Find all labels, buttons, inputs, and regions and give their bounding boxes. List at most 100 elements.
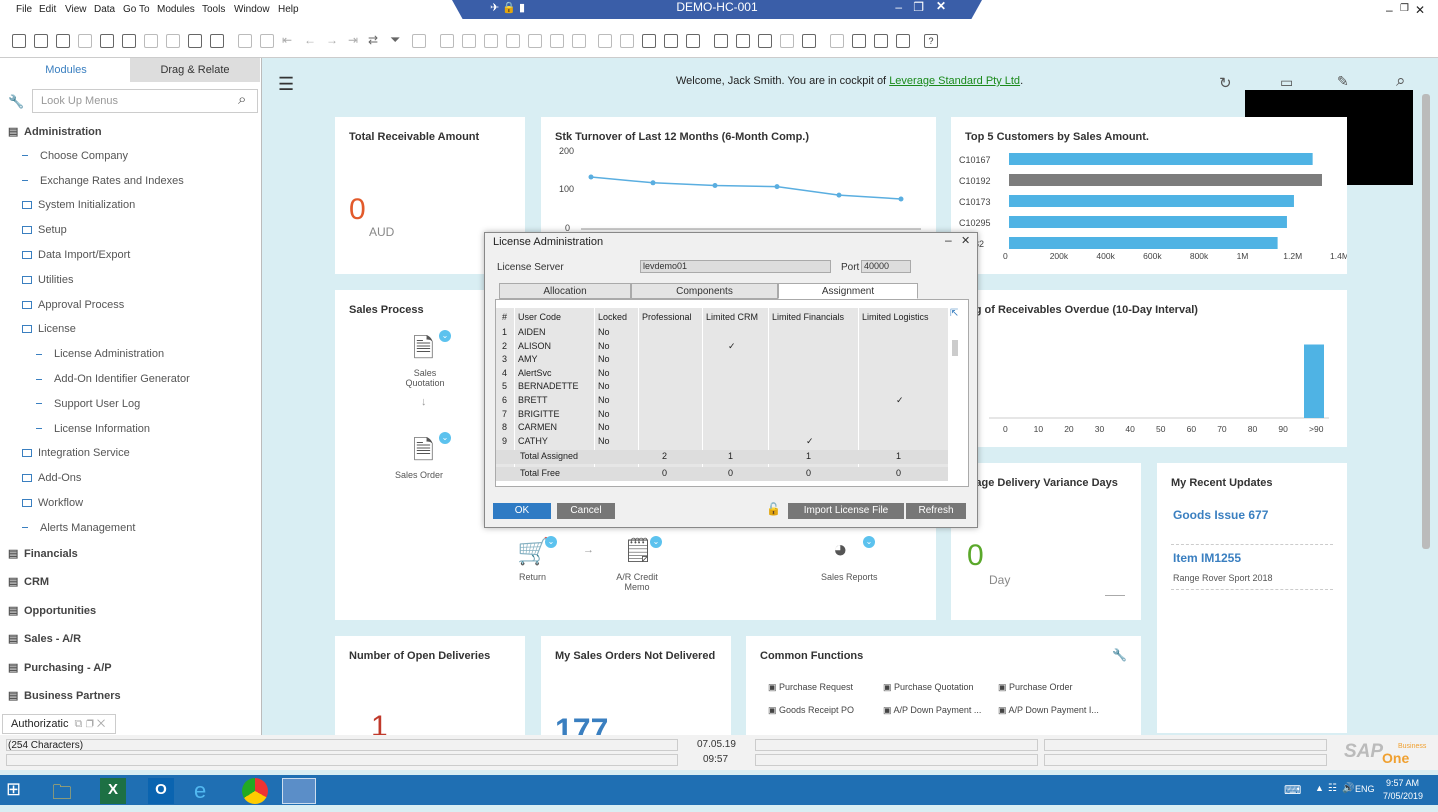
sidebar-item[interactable]: ▤ Sales - A/R [8,632,81,645]
settings-icon[interactable] [642,34,656,48]
target-document-icon[interactable] [462,34,476,48]
sidebar-item[interactable]: Exchange Rates and Indexes [22,175,184,187]
table-cell[interactable]: ✓ [806,436,814,447]
user-icon[interactable] [802,34,816,48]
chrome-icon[interactable] [242,778,268,804]
folder-icon[interactable]: ▭ [1280,74,1293,91]
column-header[interactable]: Locked [598,312,627,322]
return-badge-icon[interactable]: ⌄ [545,536,557,548]
network-icon[interactable]: ☷ [1328,783,1337,794]
transaction-journal-icon[interactable] [572,34,586,48]
volume-icon[interactable]: 🔊 [1342,783,1354,794]
previous-record-icon[interactable]: ← [304,33,316,47]
column-header[interactable]: User Code [518,312,561,322]
filter-icon[interactable]: ⏷ [390,32,400,48]
sidebar-item[interactable]: Alerts Management [22,522,135,534]
purchase-request-link[interactable]: ▣ Purchase Request [768,682,853,693]
clock-time[interactable]: 9:57 AM [1386,778,1419,788]
layout-icon[interactable] [210,34,224,48]
search-icon[interactable]: ⌕ [238,91,246,108]
menu-search-input[interactable]: Look Up Menus [32,89,258,113]
goods-receipt-link[interactable]: ▣ Goods Receipt PO [768,705,854,716]
tab-components[interactable]: Components [631,283,778,299]
calendar-icon[interactable] [686,34,700,48]
sidebar-item[interactable]: License Information [36,423,150,435]
expand-icon[interactable]: ⇱ [950,308,958,319]
sidebar-item[interactable]: Utilities [22,274,73,286]
recent-update-link[interactable]: Item IM1255 [1173,551,1241,565]
wrench-icon[interactable]: 🔧 [1112,648,1127,662]
ap-down-payment-invoice-link[interactable]: ▣ A/P Down Payment I... [998,705,1099,716]
external-link-icon[interactable] [874,34,888,48]
fax-icon[interactable] [100,34,114,48]
return-label[interactable]: Return [519,572,546,582]
sidebar-item[interactable]: Approval Process [22,299,124,311]
table-row[interactable]: 6 BRETT No ✓ [496,395,948,408]
sidebar-item[interactable]: ▤ Administration [8,125,102,138]
export-excel-icon[interactable] [122,34,136,48]
ar-credit-memo-label[interactable]: A/R Credit Memo [611,572,663,592]
next-record-icon[interactable]: → [326,33,338,47]
sap-business-one-icon[interactable] [282,778,316,804]
column-header[interactable]: Limited Logistics [862,312,929,322]
add-icon[interactable] [260,34,274,48]
app-minimize-icon[interactable]: – [1386,3,1393,17]
tab-allocation[interactable]: Allocation [499,283,631,299]
menu-help[interactable]: Help [278,4,299,15]
authorization-tab[interactable]: Authorizatic ⧉ ❐ ✕ [2,714,116,734]
sidebar-item[interactable]: Choose Company [22,150,128,162]
ap-down-payment-link[interactable]: ▣ A/P Down Payment ... [883,705,981,716]
sidebar-item[interactable]: License [22,323,76,335]
sidebar-item[interactable]: ▤ Business Partners [8,689,121,702]
restore-icon[interactable]: ❐ [913,0,924,14]
tab-restore-icon[interactable]: ⧉ ❐ ✕ [75,718,106,730]
alerts-icon[interactable] [714,34,728,48]
app-restore-icon[interactable]: ❐ [1400,3,1409,14]
sidebar-item[interactable]: License Administration [36,348,164,360]
tab-modules[interactable]: Modules [2,58,130,82]
sidebar-item[interactable]: ▤ Purchasing - A/P [8,661,112,674]
activity-icon[interactable] [736,34,750,48]
import-license-file-button[interactable]: Import License File [788,503,904,519]
hamburger-icon[interactable]: ☰ [278,74,294,95]
dialog-close-icon[interactable]: ✕ [961,234,970,247]
sidebar-item[interactable]: ▤ Financials [8,547,78,560]
table-row[interactable]: 1 AIDEN No [496,327,948,340]
preview-icon[interactable] [12,34,26,48]
sidebar-item[interactable]: ▤ CRM [8,575,49,588]
column-header[interactable]: # [502,312,507,322]
menu-data[interactable]: Data [94,4,115,15]
calculator-icon[interactable] [758,34,772,48]
ok-button[interactable]: OK [493,503,551,519]
menu-view[interactable]: View [65,4,87,15]
menu-goto[interactable]: Go To [123,4,150,15]
cancel-button[interactable]: Cancel [557,503,615,519]
payment-means-icon[interactable] [506,34,520,48]
sms-icon[interactable] [78,34,92,48]
edit-icon[interactable] [598,34,612,48]
sales-quotation-label[interactable]: Sales Quotation [397,368,453,388]
license-server-field[interactable]: levdemo01 [640,260,831,273]
first-record-icon[interactable]: ⇤ [282,33,292,47]
copy-icon[interactable] [620,34,634,48]
help-icon[interactable]: ? [924,34,938,48]
table-row[interactable]: 9 CATHY No ✓ [496,436,948,449]
cockpit-scrollbar[interactable] [1422,94,1430,549]
column-header[interactable]: Professional [642,312,692,322]
menu-edit[interactable]: Edit [39,4,56,15]
journal-icon[interactable] [550,34,564,48]
refresh-record-icon[interactable]: ⇄ [368,33,378,47]
clock-date[interactable]: 7/05/2019 [1383,791,1423,801]
company-link[interactable]: Leverage Standard Pty Ltd [889,75,1020,87]
move-icon[interactable] [188,34,202,48]
lock-icon[interactable]: 🔓 [766,502,781,516]
credit-memo-icon[interactable]: 🗒 [623,536,653,565]
organizational-icon[interactable] [780,34,794,48]
table-row[interactable]: 7 BRIGITTE No [496,409,948,422]
table-row[interactable]: 8 CARMEN No [496,422,948,435]
cockpit-icon[interactable] [830,34,844,48]
menu-file[interactable]: File [16,4,32,15]
tray-arrow-icon[interactable]: ▲ [1315,783,1324,793]
purchase-quotation-link[interactable]: ▣ Purchase Quotation [883,682,974,693]
port-field[interactable]: 40000 [861,260,911,273]
